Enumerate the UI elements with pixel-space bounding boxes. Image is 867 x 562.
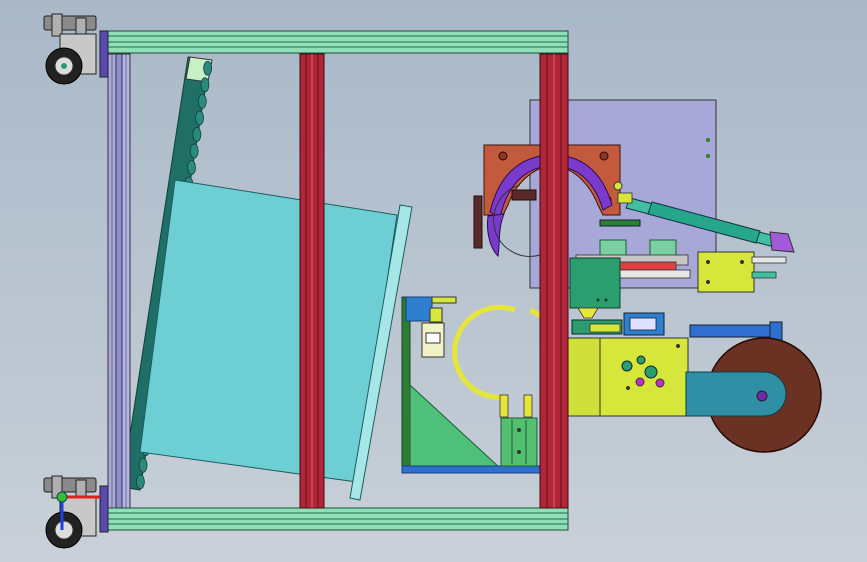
frame-left-posts[interactable] [107,53,131,511]
cad-viewport[interactable] [0,0,867,562]
frame-bottom-rail[interactable] [103,507,569,531]
strip-scallop [195,110,204,126]
yellow-drive-block[interactable] [567,337,689,417]
strip-scallop [197,93,207,109]
strip-scallop [187,160,196,175]
roller-arm[interactable] [685,371,787,417]
rail-end-plate-bottom [99,485,109,533]
strip-scallop [200,77,210,93]
frame-top-rail[interactable] [103,30,569,54]
right-red-upright[interactable] [539,53,569,509]
linear-slide-block[interactable] [500,417,538,467]
strip-scallop [203,60,213,76]
middle-red-upright[interactable] [299,53,325,509]
strip-scallop [192,127,202,142]
machine-assembly-drawing[interactable] [0,0,867,562]
strip-scallop [189,143,199,159]
strip-scallop [138,457,148,473]
strip-scallop [135,474,145,490]
rail-end-plate-top [99,30,109,78]
